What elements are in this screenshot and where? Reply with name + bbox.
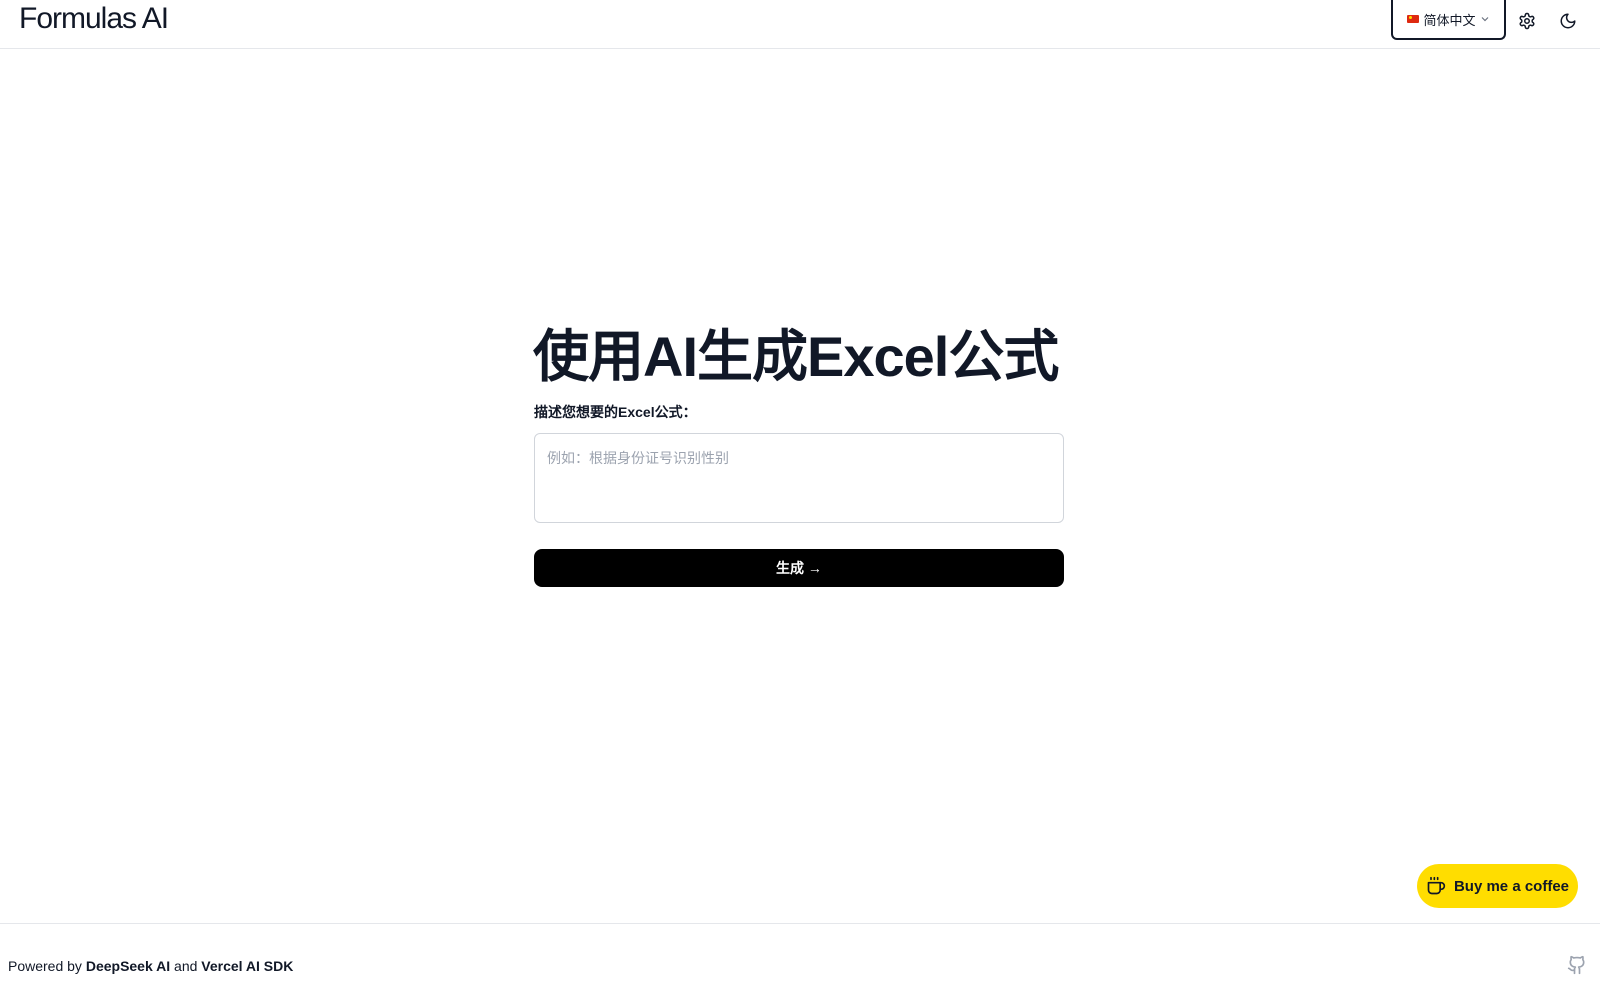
coffee-cup-icon bbox=[1427, 876, 1446, 895]
settings-button[interactable] bbox=[1512, 6, 1542, 36]
formula-input-label: 描述您想要的Excel公式： bbox=[534, 404, 697, 420]
github-link[interactable] bbox=[1567, 955, 1589, 977]
language-label: 简体中文 bbox=[1423, 12, 1476, 28]
gear-icon bbox=[1519, 12, 1535, 30]
coffee-label: Buy me a coffee bbox=[1453, 877, 1570, 895]
github-icon bbox=[1567, 955, 1585, 975]
page: Formulas AI 简体中文 使用AI生成Excel公式 描述您想要的Exc… bbox=[0, 0, 1600, 996]
buy-me-a-coffee-button[interactable]: Buy me a coffee bbox=[1417, 864, 1578, 908]
page-title: 使用AI生成Excel公式 bbox=[533, 325, 1059, 388]
language-select[interactable]: 简体中文 bbox=[1391, 0, 1506, 40]
moon-icon bbox=[1560, 13, 1576, 29]
powered-prefix: Powered by bbox=[8, 958, 82, 974]
powered-and: and bbox=[174, 958, 198, 974]
generate-button[interactable]: 生成 → bbox=[534, 549, 1064, 587]
chevron-down-icon bbox=[1481, 17, 1488, 22]
vercel-link[interactable]: Vercel AI SDK bbox=[201, 958, 293, 974]
app-logo[interactable]: Formulas AI bbox=[19, 2, 169, 36]
formula-description-input[interactable] bbox=[534, 433, 1064, 523]
theme-toggle-button[interactable] bbox=[1553, 6, 1583, 36]
footer: Powered by DeepSeek AI and Vercel AI SDK bbox=[0, 923, 1600, 996]
china-flag-icon bbox=[1407, 15, 1420, 23]
generate-button-label: 生成 → bbox=[776, 560, 822, 576]
deepseek-link[interactable]: DeepSeek AI bbox=[86, 958, 170, 974]
top-header: Formulas AI 简体中文 bbox=[0, 0, 1600, 49]
powered-by-text: Powered by DeepSeek AI and Vercel AI SDK bbox=[8, 958, 293, 974]
